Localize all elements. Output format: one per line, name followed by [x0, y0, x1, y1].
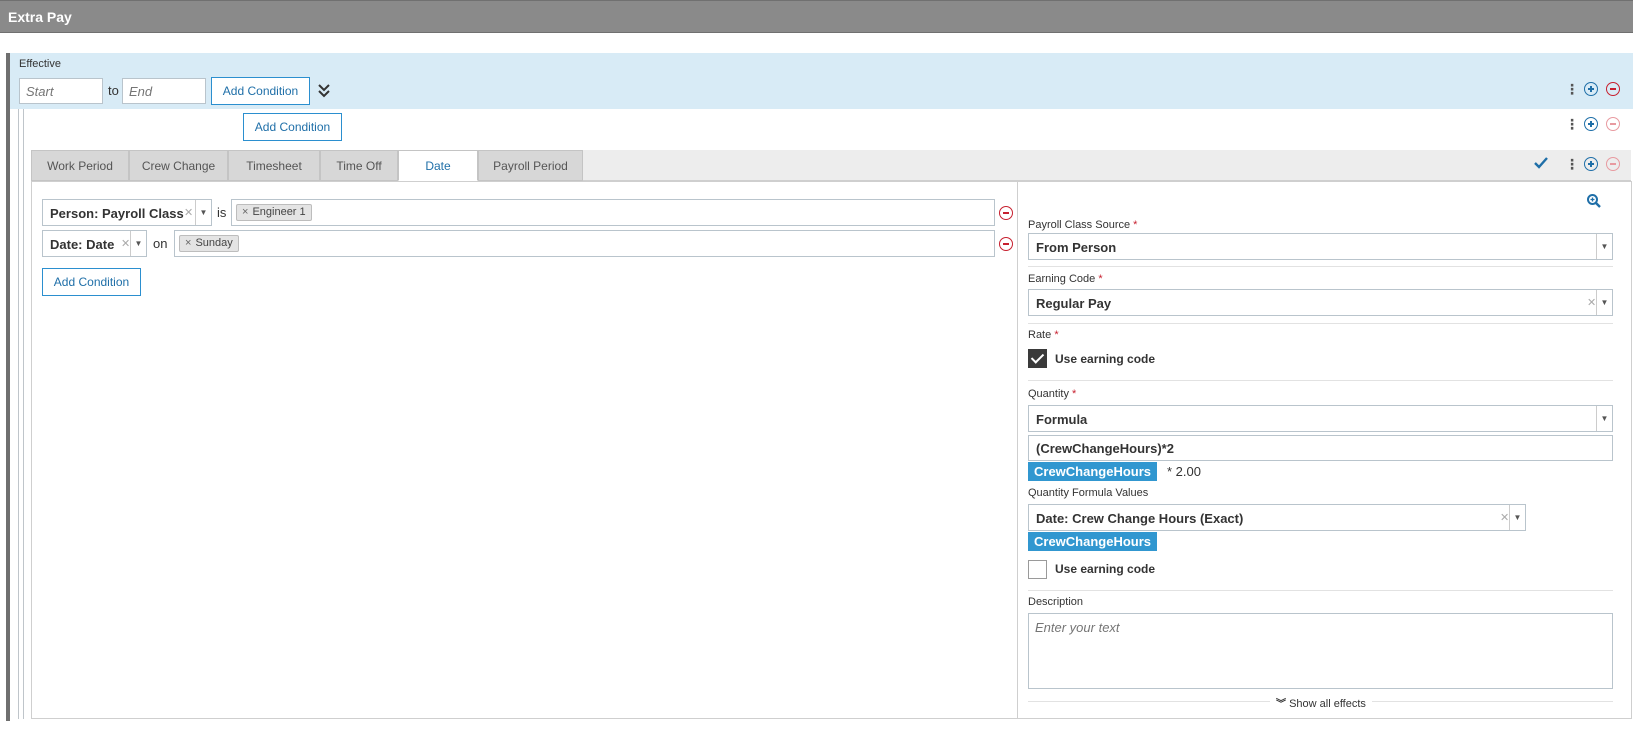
separator	[1028, 590, 1613, 591]
quantity-formula-values-clear-icon[interactable]: ✕	[1500, 511, 1509, 524]
condition-1-value-tag: × Engineer 1	[236, 204, 312, 221]
rate-use-earning-code-checkbox[interactable]	[1028, 349, 1047, 368]
collapse-chevron-icon[interactable]	[317, 82, 331, 100]
earning-code-select[interactable]: Regular Pay ✕ ▼	[1028, 289, 1613, 316]
panel-divider	[1017, 181, 1018, 719]
tab-time-off[interactable]: Time Off	[320, 150, 398, 181]
quantity-formula-values-value: Date: Crew Change Hours (Exact)	[1036, 511, 1244, 526]
effective-more-icon[interactable]: ⋮	[1565, 81, 1579, 98]
zoom-search-icon[interactable]	[1586, 193, 1602, 209]
quantity-type-select[interactable]: Formula ▼	[1028, 405, 1613, 432]
tab-add-icon[interactable]	[1584, 157, 1598, 171]
separator	[1028, 323, 1613, 324]
quantity-formula-values-label: Quantity Formula Values	[1028, 487, 1149, 499]
condition-1-remove-icon[interactable]	[999, 206, 1013, 220]
double-chevron-down-icon: ︾	[1276, 699, 1286, 710]
tab-remove-icon[interactable]	[1606, 157, 1620, 171]
tag-remove-icon[interactable]: ×	[242, 206, 248, 218]
quantity-formula-values-chip: CrewChangeHours	[1028, 532, 1158, 551]
quantity-preview-multiplier: * 2.00	[1167, 464, 1201, 479]
group-remove-icon[interactable]	[1606, 117, 1620, 131]
effective-label: Effective	[19, 58, 61, 70]
formula-use-earning-code-label: Use earning code	[1055, 562, 1156, 576]
condition-2-value-input[interactable]: × Sunday	[174, 230, 995, 257]
quantity-formula-values-dropdown-icon[interactable]: ▼	[1509, 505, 1525, 530]
group-line-outer	[18, 109, 19, 719]
condition-2-remove-icon[interactable]	[999, 237, 1013, 251]
effective-remove-icon[interactable]	[1606, 82, 1620, 96]
quantity-preview-chip: CrewChangeHours	[1028, 462, 1158, 481]
tab-crew-change[interactable]: Crew Change	[129, 150, 228, 181]
tab-work-period[interactable]: Work Period	[31, 150, 129, 181]
rate-use-earning-code-label: Use earning code	[1055, 352, 1156, 366]
quantity-type-value: Formula	[1036, 412, 1088, 427]
separator	[1028, 380, 1613, 381]
earning-code-dropdown-icon[interactable]: ▼	[1596, 290, 1612, 315]
quantity-label: Quantity *	[1028, 388, 1077, 400]
payroll-class-source-label: Payroll Class Source *	[1028, 219, 1138, 231]
condition-2-field-select[interactable]: Date: Date ✕ ▼	[42, 230, 147, 257]
tab-date[interactable]: Date	[398, 150, 478, 181]
left-accent-bar	[6, 53, 10, 721]
confirm-check-icon[interactable]	[1533, 156, 1549, 170]
earning-code-value: Regular Pay	[1036, 296, 1112, 311]
group-more-icon[interactable]: ⋮	[1565, 116, 1579, 133]
effective-add-icon[interactable]	[1584, 82, 1598, 96]
condition-1-field-clear-icon[interactable]: ✕	[184, 206, 193, 219]
description-label: Description	[1028, 596, 1084, 608]
payroll-class-source-value: From Person	[1036, 240, 1117, 255]
description-textarea[interactable]	[1028, 613, 1613, 689]
quantity-formula-input[interactable]: (CrewChangeHours)*2	[1028, 435, 1613, 461]
payroll-class-source-select[interactable]: From Person ▼	[1028, 233, 1613, 260]
group-add-icon[interactable]	[1584, 117, 1598, 131]
formula-use-earning-code-checkbox[interactable]	[1028, 560, 1047, 579]
effective-start-input[interactable]	[19, 78, 103, 104]
condition-2-operator: on	[153, 236, 168, 251]
tag-remove-icon[interactable]: ×	[185, 237, 191, 249]
payroll-class-source-dropdown-icon[interactable]: ▼	[1596, 234, 1612, 259]
tab-more-icon[interactable]: ⋮	[1565, 156, 1579, 173]
condition-1-field-dropdown-icon[interactable]: ▼	[195, 200, 211, 225]
quantity-formula-values-select[interactable]: Date: Crew Change Hours (Exact) ✕ ▼	[1028, 504, 1526, 531]
earning-code-clear-icon[interactable]: ✕	[1587, 296, 1596, 309]
page-title: Extra Pay	[8, 9, 72, 25]
show-all-effects-link[interactable]: ︾ Show all effects	[1270, 695, 1372, 710]
effective-add-condition-button[interactable]: Add Condition	[211, 77, 310, 105]
condition-2-field-value: Date: Date	[50, 237, 115, 252]
condition-1-value-input[interactable]: × Engineer 1	[231, 199, 995, 226]
condition-1-operator: is	[217, 205, 227, 220]
quantity-type-dropdown-icon[interactable]: ▼	[1596, 406, 1612, 431]
separator	[1028, 266, 1613, 267]
conditions-add-condition-button[interactable]: Add Condition	[42, 268, 141, 296]
tab-payroll-period[interactable]: Payroll Period	[478, 150, 583, 181]
group-add-condition-button[interactable]: Add Condition	[243, 113, 342, 141]
effective-end-input[interactable]	[122, 78, 206, 104]
condition-2-value-tag: × Sunday	[179, 235, 239, 252]
earning-code-label: Earning Code *	[1028, 273, 1103, 285]
window-title-bar: Extra Pay	[0, 0, 1633, 33]
condition-2-field-clear-icon[interactable]: ✕	[121, 237, 130, 250]
condition-1-field-select[interactable]: Person: Payroll Class ✕ ▼	[42, 199, 212, 226]
effective-to-label: to	[108, 83, 119, 98]
condition-2-field-dropdown-icon[interactable]: ▼	[130, 231, 146, 256]
quantity-formula-value: (CrewChangeHours)*2	[1036, 441, 1174, 456]
group-line-inner	[23, 109, 24, 719]
condition-1-field-value: Person: Payroll Class	[50, 206, 184, 221]
tab-timesheet[interactable]: Timesheet	[228, 150, 320, 181]
rate-label: Rate *	[1028, 329, 1059, 341]
